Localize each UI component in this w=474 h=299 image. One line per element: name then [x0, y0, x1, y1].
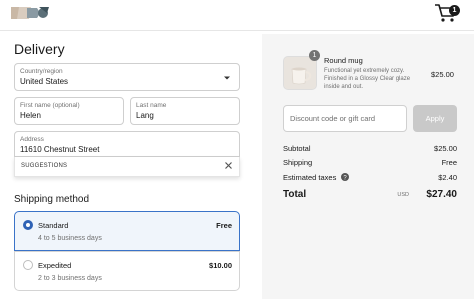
first-name-label: First name (optional) [20, 102, 80, 109]
delivery-heading: Delivery [14, 41, 65, 57]
mug-image [284, 57, 316, 89]
last-name-label: Last name [136, 102, 167, 109]
brand-logo-icon[interactable] [9, 5, 51, 21]
shipping-label: Shipping [283, 158, 313, 167]
country-value: United States [20, 77, 69, 86]
shipping-option-price: $10.00 [209, 261, 232, 270]
product-price: $25.00 [431, 70, 454, 79]
currency-code: USD [397, 192, 409, 198]
shipping-option-expedited[interactable]: Expedited 2 to 3 business days $10.00 [14, 251, 240, 291]
shipping-value: Free [441, 158, 457, 167]
quantity-badge: 1 [309, 50, 320, 61]
info-icon[interactable]: ? [341, 173, 350, 181]
address-label: Address [20, 136, 44, 143]
address-field[interactable]: Address 11610 Chestnut Street [14, 131, 240, 157]
taxes-value: $2.40 [438, 173, 457, 182]
radio-selected[interactable] [23, 220, 33, 230]
shipping-option-standard[interactable]: Standard 4 to 5 business days Free [14, 211, 240, 251]
address-value: 11610 Chestnut Street [20, 145, 100, 154]
last-name-value: Lang [136, 111, 154, 120]
subtotal-label: Subtotal [283, 144, 311, 153]
product-description: Functional yet extremely cozy. Finished … [324, 68, 411, 90]
shipping-method-heading: Shipping method [14, 194, 90, 205]
shipping-option-duration: 2 to 3 business days [38, 275, 102, 282]
shipping-option-duration: 4 to 5 business days [38, 235, 102, 242]
last-name-field[interactable]: Last name Lang [130, 97, 240, 125]
close-icon[interactable] [224, 161, 233, 170]
chevron-down-icon [224, 76, 230, 80]
subtotal-value: $25.00 [434, 144, 457, 153]
header: 1 [0, 0, 474, 26]
country-label: Country/region [20, 68, 63, 75]
shipping-option-name: Standard [38, 221, 69, 230]
radio-unselected[interactable] [23, 260, 33, 270]
product-title: Round mug [324, 56, 363, 65]
taxes-label-wrap: Estimated taxes ? [283, 173, 350, 182]
suggestions-label: SUGGESTIONS [21, 163, 68, 169]
address-suggestions-dropdown: SUGGESTIONS [14, 157, 240, 177]
first-name-value: Helen [20, 111, 41, 120]
cart-count-badge: 1 [449, 5, 460, 16]
total-label: Total [283, 189, 307, 200]
taxes-label: Estimated taxes [283, 173, 337, 182]
shipping-option-price: Free [216, 221, 232, 230]
product-thumbnail [283, 56, 317, 90]
country-select[interactable]: Country/region United States [14, 63, 240, 91]
apply-discount-button[interactable]: Apply [413, 105, 457, 132]
shipping-option-name: Expedited [38, 261, 72, 270]
total-value: $27.40 [426, 189, 457, 200]
first-name-field[interactable]: First name (optional) Helen [14, 97, 124, 125]
discount-code-input[interactable] [283, 105, 407, 132]
